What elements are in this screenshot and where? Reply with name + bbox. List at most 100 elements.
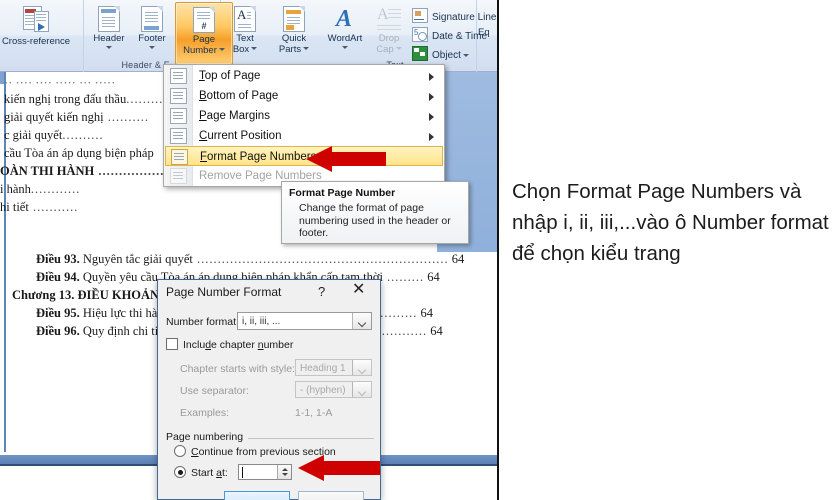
doc-line-3: cầu Tòa án áp dụng biện pháp [4,146,154,160]
caption-text: Chọn Format Page Numbers và nhập i, ii, … [512,180,829,265]
help-icon[interactable]: ? [318,284,325,299]
stepper-down-icon[interactable] [282,473,288,476]
chevron-down-icon[interactable] [106,45,112,49]
wordart-button[interactable]: A WordArt [320,6,370,49]
toc-label: Chương 13. [12,288,75,302]
page-margins-icon [170,108,187,124]
separator-select: - (hyphen) [295,381,372,398]
text-box-icon: A [234,6,256,32]
cancel-button[interactable] [298,491,364,500]
equation-button[interactable]: Eq [478,27,497,39]
submenu-arrow-icon [429,113,434,121]
wordart-label: WordArt [327,33,363,44]
start-at-radio[interactable] [174,466,186,478]
separator-label: Use separator: [180,385,249,397]
doc-line-2: c giải quyết.......... [4,128,104,142]
toc-label: Điều 95. [36,306,80,320]
chevron-down-icon[interactable] [303,47,310,51]
header-label: Header [93,33,125,44]
remove-page-numbers-icon [170,168,187,184]
include-chapter-label: Include chapter number [183,339,294,351]
tooltip-title: Format Page Number [289,187,396,199]
footer-button[interactable]: Footer [131,6,173,49]
submenu-arrow-icon [429,133,434,141]
ribbon-group-header-footer: Header Footer # Page Number Header & F [83,0,233,72]
drop-cap-label-line2: Cap [376,43,394,55]
examples-value: 1-1, 1-A [295,407,333,419]
chapter-style-label: Chapter starts with style: [180,363,295,375]
callout-arrow-menu [306,146,386,172]
table-row: Điều 93. Nguyên tắc giải quyết .........… [36,252,465,266]
footer-label: Footer [138,33,166,44]
doc-line-clipped: ·· ···· ···· ····· ··· ····· [4,76,116,90]
signature-line-icon [412,8,428,23]
callout-arrow-start-at [298,455,380,481]
separator-value: - (hyphen) [300,385,346,396]
screenshot-root: ·· ···· ···· ····· ··· ····· kiến nghị t… [0,0,840,500]
cross-reference-icon [23,6,49,34]
ribbon-group-links: Cross-reference [0,0,84,72]
menu-item-current-position[interactable]: Current Position [165,126,443,146]
chevron-down-icon[interactable] [149,45,155,49]
continue-radio[interactable] [174,445,186,457]
menu-item-page-margins[interactable]: Page Margins [165,106,443,126]
start-at-stepper[interactable] [238,464,292,480]
page-numbering-group-label: Page numbering [166,431,249,443]
submenu-arrow-icon [429,73,434,81]
stepper-up-icon[interactable] [282,468,288,471]
cross-reference-button[interactable]: Cross-reference [0,6,78,48]
number-format-select[interactable]: i, ii, iii, ... [237,312,372,330]
quick-parts-button[interactable]: Quick Parts [270,6,318,55]
include-chapter-checkbox[interactable] [166,338,178,350]
menu-item-label: Current Position [199,130,282,142]
format-page-numbers-icon [171,149,188,165]
drop-cap-icon: A [377,6,401,32]
examples-label: Examples: [180,407,230,419]
cross-reference-label: Cross-reference [1,36,71,47]
text-box-label-line2: Box [232,43,250,55]
submenu-arrow-icon [429,93,434,101]
toc-page: 64 [420,306,433,320]
current-position-icon [170,128,187,144]
ribbon-group-symbols: Eq [476,0,497,72]
chapter-style-select: Heading 1 [295,359,372,376]
quick-parts-icon [283,6,305,32]
chapter-style-value: Heading 1 [300,363,346,374]
doc-line-0: kiến nghị trong đấu thầu.......... [4,92,168,106]
ok-button[interactable] [224,491,290,500]
wordart-icon: A [336,6,353,32]
date-time-icon: 5 [412,27,428,42]
chevron-down-icon[interactable] [395,47,402,51]
chevron-down-icon[interactable] [342,45,348,49]
header-icon [98,6,120,32]
doc-line-1: giải quyết kiến nghị .......... [4,110,150,124]
close-icon[interactable]: ✕ [352,282,365,298]
text-box-button[interactable]: A Text Box [224,6,266,55]
chevron-down-icon[interactable] [499,16,500,19]
toc-text: Quy định chi tiết [79,324,168,338]
menu-item-label: Page Margins [199,110,270,122]
chevron-down-icon [352,382,371,397]
page-number-icon: # [193,7,215,33]
number-format-value: i, ii, iii, ... [242,316,281,327]
doc-line-6: hi tiết ........... [0,200,79,214]
chevron-down-icon [352,360,371,375]
equation-label: Eq [478,27,490,38]
chevron-down-icon[interactable] [462,53,469,57]
toc-page: 64 [451,252,465,266]
doc-line-5: i hành............ [0,182,81,196]
menu-item-top-of-page[interactable]: TTop of Pageop of Page [165,66,443,86]
chevron-down-icon[interactable] [352,313,371,329]
start-at-label: Start at: [191,467,228,479]
menu-item-bottom-of-page[interactable]: Bottom of Page [165,86,443,106]
menu-item-label: TTop of Pageop of Page [199,70,261,82]
header-button[interactable]: Header [89,6,129,49]
text-cursor [242,467,243,478]
chevron-down-icon[interactable] [251,47,258,51]
dialog-title: Page Number Format [166,285,282,299]
toc-label: Điều 96. [36,324,80,338]
drop-cap-button[interactable]: A Drop Cap [370,6,408,55]
stepper-buttons[interactable] [277,465,291,479]
menu-item-format-page-numbers[interactable]: Format Page Numbers... [165,146,443,166]
toc-page: 64 [430,324,443,338]
